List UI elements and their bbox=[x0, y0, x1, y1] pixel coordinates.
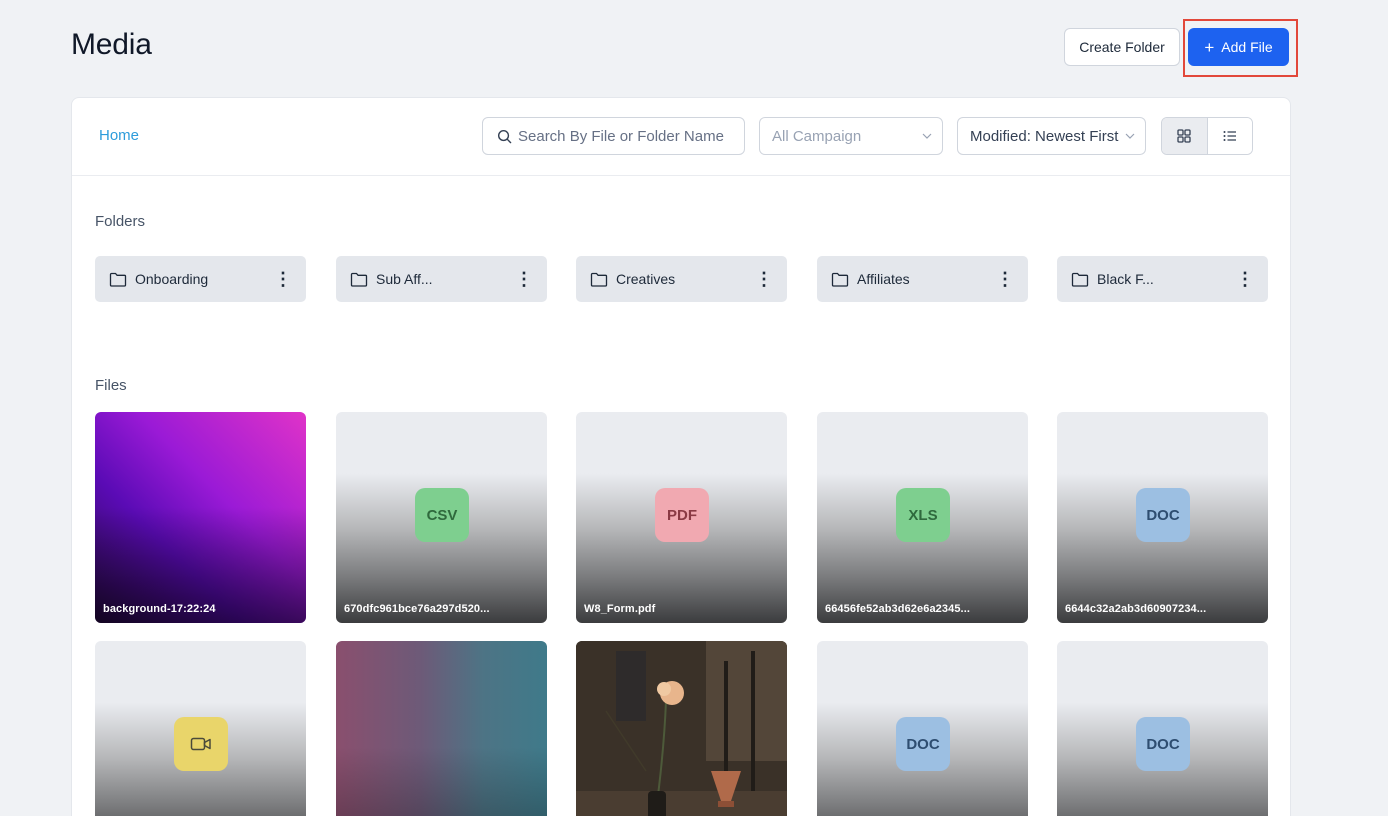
flower-photo-thumbnail bbox=[576, 641, 787, 816]
folder-name: Creatives bbox=[616, 271, 676, 287]
view-toggle bbox=[1161, 117, 1253, 155]
folder-icon bbox=[831, 272, 849, 287]
video-camera-icon bbox=[190, 737, 211, 751]
pdf-file-icon: PDF bbox=[655, 488, 709, 542]
more-vertical-icon[interactable]: ⋮ bbox=[274, 270, 292, 288]
file-card[interactable]: DOC 6644c32a2ab3d60907234... bbox=[1057, 412, 1268, 623]
folder-item[interactable]: Onboarding ⋮ bbox=[95, 256, 306, 302]
folder-icon bbox=[109, 272, 127, 287]
search-icon bbox=[497, 129, 512, 143]
doc-file-icon: DOC bbox=[896, 717, 950, 771]
create-folder-button[interactable]: Create Folder bbox=[1064, 28, 1180, 66]
media-card: Home All Campaign Modified: Newest First… bbox=[71, 97, 1291, 816]
more-vertical-icon[interactable]: ⋮ bbox=[1236, 270, 1254, 288]
csv-file-icon: CSV bbox=[415, 488, 469, 542]
doc-file-icon: DOC bbox=[1136, 488, 1190, 542]
folder-name: Affiliates bbox=[857, 271, 910, 287]
file-card[interactable] bbox=[95, 641, 306, 816]
folders-section-label: Folders bbox=[95, 213, 146, 230]
folder-name: Black F... bbox=[1097, 271, 1154, 287]
chevron-down-icon bbox=[1125, 133, 1135, 139]
doc-file-icon: DOC bbox=[1136, 717, 1190, 771]
video-file-icon bbox=[174, 717, 228, 771]
folder-item[interactable]: Affiliates ⋮ bbox=[817, 256, 1028, 302]
add-file-label: Add File bbox=[1221, 39, 1273, 55]
file-caption: 670dfc961bce76a297d520... bbox=[344, 603, 490, 615]
file-card[interactable]: PDF W8_Form.pdf bbox=[576, 412, 787, 623]
file-card[interactable]: DOC bbox=[817, 641, 1028, 816]
file-caption: W8_Form.pdf bbox=[584, 603, 656, 615]
file-card[interactable]: CSV 670dfc961bce76a297d520... bbox=[336, 412, 547, 623]
folder-item[interactable]: Creatives ⋮ bbox=[576, 256, 787, 302]
folder-name: Sub Aff... bbox=[376, 271, 433, 287]
card-toolbar: Home All Campaign Modified: Newest First bbox=[72, 98, 1290, 176]
breadcrumb-home[interactable]: Home bbox=[99, 127, 139, 144]
search-input[interactable] bbox=[518, 127, 738, 145]
file-card[interactable]: DOC bbox=[1057, 641, 1268, 816]
campaign-select[interactable]: All Campaign bbox=[759, 117, 943, 155]
folder-name: Onboarding bbox=[135, 271, 209, 287]
grid-view-button[interactable] bbox=[1162, 118, 1208, 154]
file-card[interactable] bbox=[576, 641, 787, 816]
list-view-button[interactable] bbox=[1207, 118, 1252, 154]
file-card[interactable] bbox=[336, 641, 547, 816]
more-vertical-icon[interactable]: ⋮ bbox=[515, 270, 533, 288]
file-caption: background-17:22:24 bbox=[103, 603, 216, 615]
folder-item[interactable]: Black F... ⋮ bbox=[1057, 256, 1268, 302]
folder-icon bbox=[590, 272, 608, 287]
sort-select[interactable]: Modified: Newest First bbox=[957, 117, 1146, 155]
search-box[interactable] bbox=[482, 117, 745, 155]
folder-item[interactable]: Sub Aff... ⋮ bbox=[336, 256, 547, 302]
more-vertical-icon[interactable]: ⋮ bbox=[755, 270, 773, 288]
campaign-select-value: All Campaign bbox=[772, 127, 862, 145]
file-caption: 66456fe52ab3d62e6a2345... bbox=[825, 603, 971, 615]
file-card[interactable]: XLS 66456fe52ab3d62e6a2345... bbox=[817, 412, 1028, 623]
page-title: Media bbox=[71, 28, 152, 61]
list-icon bbox=[1223, 131, 1236, 141]
folder-icon bbox=[1071, 272, 1089, 287]
chevron-down-icon bbox=[922, 133, 932, 139]
xls-file-icon: XLS bbox=[896, 488, 950, 542]
more-vertical-icon[interactable]: ⋮ bbox=[996, 270, 1014, 288]
files-section-label: Files bbox=[95, 377, 127, 394]
file-caption: 6644c32a2ab3d60907234... bbox=[1065, 603, 1207, 615]
sort-select-value: Modified: Newest First bbox=[970, 127, 1119, 145]
folder-icon bbox=[350, 272, 368, 287]
plus-icon: + bbox=[1204, 37, 1215, 57]
file-card[interactable]: background-17:22:24 bbox=[95, 412, 306, 623]
add-file-button[interactable]: + Add File bbox=[1188, 28, 1289, 66]
grid-icon bbox=[1177, 129, 1191, 143]
